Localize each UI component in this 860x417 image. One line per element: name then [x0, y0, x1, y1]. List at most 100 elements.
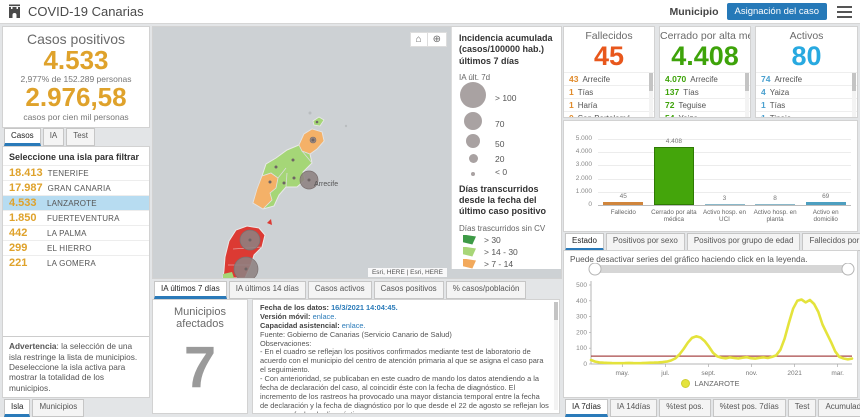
island-label: EL HIERRO: [47, 243, 92, 253]
stat-row-value: 1: [761, 113, 766, 117]
tab-acumulado[interactable]: Acumulado: [818, 399, 860, 417]
tab-municipios[interactable]: Municipios: [32, 399, 85, 417]
bar-cerrado-por-alta-m-dica[interactable]: [653, 147, 694, 205]
assign-case-button[interactable]: Asignación del caso: [726, 3, 827, 20]
tab-test[interactable]: Test: [66, 128, 95, 146]
tab-positivos-por-sexo[interactable]: Positivos por sexo: [605, 233, 685, 251]
stat-row-yaiza: 4 Yaiza: [756, 85, 857, 98]
map-card[interactable]: Arrecife ⌂ ⊕ Esri, HERE | Esri, HERE Inc…: [152, 26, 562, 279]
notes-link[interactable]: enlace.: [342, 321, 366, 330]
bar-category-label: Activo hosp. en UCI: [702, 209, 747, 224]
tab-fallecidos-por-edad-y-sexo[interactable]: Fallecidos por edad y sexo: [802, 233, 860, 251]
stat-row-arrecife: 74 Arrecife: [756, 72, 857, 85]
tab-test[interactable]: Test: [787, 399, 817, 417]
stat-row-t-as: 1 Tías: [564, 85, 654, 98]
stat-row-value: 1: [569, 100, 574, 110]
notes-link[interactable]: enlace.: [313, 312, 337, 321]
x-axis-tick: 2021: [787, 370, 802, 377]
legend-size-label: 50: [495, 138, 505, 149]
stat-row-value: 74: [761, 74, 771, 84]
fecha-label: Fecha de los datos:: [260, 303, 329, 312]
stat-scrollbar[interactable]: [745, 73, 749, 117]
bar-activo-hosp-en-planta[interactable]: [755, 204, 796, 205]
bar-value-label: 3: [722, 195, 727, 202]
stat-row-value: 4.070: [665, 74, 687, 84]
time-slider-track[interactable]: [591, 265, 852, 273]
tab-casos-positivos[interactable]: Casos positivos: [373, 281, 444, 299]
notes-card: Fecha de los datos: 16/3/2021 14:04:45. …: [252, 299, 560, 414]
island-row-fuerteventura[interactable]: 1.850 FUERTEVENTURA: [3, 210, 149, 225]
tab-ia-7d-as[interactable]: IA 7días: [565, 399, 608, 417]
app-header: COVID-19 Canarias Municipio Asignación d…: [0, 0, 860, 24]
y-axis-tick: 500: [576, 282, 587, 289]
legend-size-label: 20: [495, 154, 505, 165]
island-row-gran-canaria[interactable]: 17.987 GRAN CANARIA: [3, 180, 149, 195]
legend-size-subtitle: IA últ. 7d: [459, 72, 491, 82]
stat-row-value: 4: [761, 87, 766, 97]
stat-scrollbar[interactable]: [649, 73, 653, 117]
island-row-la-gomera[interactable]: 221 LA GOMERA: [3, 255, 149, 270]
legend-days-label: > 7 - 14: [484, 258, 514, 269]
legend-size-label: > 100: [495, 92, 517, 103]
island-row-lanzarote[interactable]: 4.533 LANZAROTE: [3, 195, 149, 210]
series-lanzarote: [589, 298, 854, 365]
tab-estado[interactable]: Estado: [565, 233, 604, 251]
island-row-la-palma[interactable]: 442 LA PALMA: [3, 225, 149, 240]
notes-line-label: Versión móvil:: [260, 311, 313, 321]
stat-row-label: Tías: [683, 87, 699, 97]
stat-card-activos: Activos8074Arrecife4Yaiza1Tías1Tinajo: [755, 26, 858, 118]
estado-chart-card: 0 1.000 2.000 3.000 4.000 5.000 45 Fallecido 4.4…: [563, 120, 858, 232]
stat-row-label: Arrecife: [774, 74, 803, 84]
trend-tabstrip: IA 7días IA 14días %test pos. %test pos. 7d…: [565, 399, 860, 417]
trend-legend[interactable]: LANZAROTE: [564, 379, 857, 388]
stat-row-label: Teguise: [678, 100, 707, 110]
notes-body: Versión móvil: enlace. Capacidad asistenc…: [260, 311, 549, 413]
island-row-tenerife[interactable]: 18.413 TENERIFE: [3, 165, 149, 180]
canarias-logo-icon: [9, 4, 20, 18]
bar-activo-hosp-en-uci[interactable]: [704, 204, 745, 205]
stat-row-label: Tías: [769, 100, 786, 110]
positives-tabstrip: Casos IA Test: [4, 128, 95, 146]
stat-row-value: 137: [665, 87, 680, 97]
island-tabstrip: Isla Municipios: [4, 399, 85, 417]
tab-casos-activos[interactable]: Casos activos: [307, 281, 372, 299]
stat-value: 45: [593, 41, 625, 71]
bar-activo-en-domicilio[interactable]: [805, 202, 846, 205]
tab-ia-14d-as[interactable]: IA 14días: [609, 399, 658, 417]
basemap-icon[interactable]: ⊕: [426, 33, 446, 46]
bar-category-label: Activo en domicilio: [812, 209, 839, 224]
stat-row-label: Yaiza: [678, 114, 697, 118]
positives-card: Casos positivos 4.533 2,977% de 152.289 …: [2, 26, 150, 128]
tab-casos-poblaci-n[interactable]: % casos/población: [445, 281, 527, 299]
notes-scrollbar[interactable]: [554, 302, 558, 411]
legend-size-row: > 100: [459, 82, 554, 112]
stat-scrollbar[interactable]: [852, 73, 856, 117]
positives-rate: 2.976,58: [25, 82, 127, 113]
stat-row-label: Tinajo: [770, 114, 792, 118]
bar-fallecido[interactable]: [603, 202, 644, 205]
stat-row-tinajo: 1 Tinajo: [756, 111, 857, 117]
island-value: 442: [9, 227, 28, 239]
positives-rate-label: casos por cien mil personas: [23, 111, 129, 122]
island-row-el-hierro[interactable]: 299 EL HIERRO: [3, 240, 149, 255]
tab-test-pos[interactable]: %test pos.: [659, 399, 711, 417]
size-circle-icon: [464, 112, 482, 131]
legend-size-row: 70: [459, 112, 554, 135]
legend-days-classes: > 30> 14 - 30> 7 - 140 - 7: [459, 234, 554, 270]
y-axis-tick: 1.000: [575, 187, 592, 195]
bar-value-label: 69: [822, 193, 830, 200]
menu-icon[interactable]: [837, 5, 852, 18]
legend-circle-wrap: [459, 112, 487, 135]
tab-ia-ltimos-14-d-as[interactable]: IA últimos 14 días: [228, 281, 306, 299]
tab-isla[interactable]: Isla: [4, 399, 31, 417]
island-warning: Advertencia: la selección de una isla re…: [3, 336, 149, 397]
home-icon[interactable]: ⌂: [411, 33, 427, 46]
tab-casos[interactable]: Casos: [4, 128, 41, 146]
tab-positivos-por-grupo-de-edad[interactable]: Positivos por grupo de edad: [686, 233, 801, 251]
size-circle-icon: [466, 134, 480, 149]
scroll-thumb: [745, 73, 749, 91]
tab-test-pos-7d-as[interactable]: %test pos. 7días: [712, 399, 786, 417]
tab-ia-ltimos-7-d-as[interactable]: IA últimos 7 días: [154, 281, 227, 299]
stat-row-label: Haría: [577, 100, 598, 110]
tab-ia[interactable]: IA: [42, 128, 65, 146]
